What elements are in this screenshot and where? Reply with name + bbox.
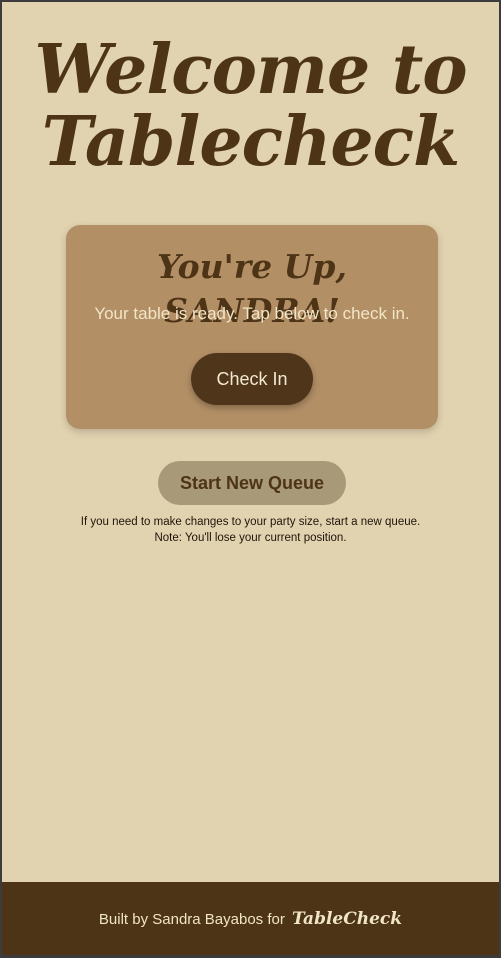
footer: Built by Sandra Bayabos for TableCheck — [2, 882, 499, 955]
check-in-button[interactable]: Check In — [191, 353, 313, 405]
page-title: Welcome to Tablecheck — [2, 34, 499, 178]
queue-note-line-2: Note: You'll lose your current position. — [154, 532, 347, 544]
status-card-subtitle: Your table is ready. Tap below to check … — [94, 304, 410, 323]
title-line-1: Welcome to — [34, 30, 467, 110]
footer-brand: TableCheck — [292, 909, 403, 929]
start-new-queue-button[interactable]: Start New Queue — [158, 461, 346, 505]
footer-credit-text: Built by Sandra Bayabos for — [98, 911, 285, 928]
queue-note-line-1: If you need to make changes to your part… — [80, 516, 421, 528]
footer-credit: Built by Sandra Bayabos for TableCheck — [2, 908, 499, 931]
app-frame: Welcome to Tablecheck You're Up, SANDRA!… — [2, 2, 499, 955]
status-card: You're Up, SANDRA! Your table is ready. … — [66, 225, 438, 429]
title-line-2: Tablecheck — [41, 102, 460, 182]
